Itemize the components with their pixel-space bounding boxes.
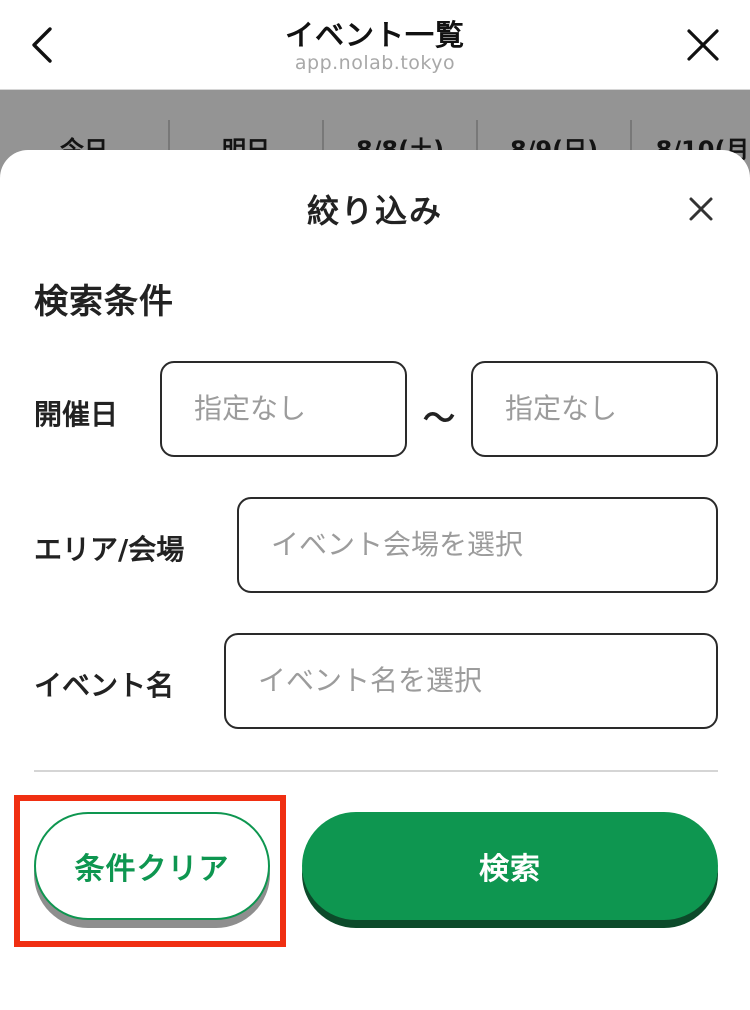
browser-close-button[interactable] [684,26,722,64]
event-name-label: イベント名 [34,669,175,702]
sheet-close-button[interactable] [686,194,716,224]
end-date-field[interactable]: 指定なし [471,361,718,457]
start-date-field[interactable]: 指定なし [160,361,407,457]
date-label: 開催日 [34,398,119,431]
search-button[interactable]: 検索 [302,812,718,920]
clear-conditions-label: 条件クリア [74,852,230,887]
divider [34,770,718,772]
browser-url: app.nolab.tokyo [294,52,456,74]
page: イベント一覧 app.nolab.tokyo 今日 明日 8/8(土) 8/9(… [0,0,750,1010]
close-icon [687,29,719,61]
browser-top-bar: イベント一覧 app.nolab.tokyo [0,0,750,90]
date-range-separator: 〜 [423,399,456,437]
search-button-label: 検索 [479,852,541,887]
filter-sheet: 絞り込み 検索条件 開催日 指定なし 〜 指定なし エリア/会場 イベント会場を… [0,150,750,1010]
close-icon [689,197,713,221]
venue-select[interactable]: イベント会場を選択 [237,497,718,593]
sheet-title: 絞り込み [306,192,443,230]
event-name-select[interactable]: イベント名を選択 [224,633,718,729]
clear-conditions-button[interactable]: 条件クリア [34,812,270,920]
area-label: エリア/会場 [34,533,185,566]
browser-page-title: イベント一覧 [284,18,465,52]
section-heading: 検索条件 [34,282,174,322]
